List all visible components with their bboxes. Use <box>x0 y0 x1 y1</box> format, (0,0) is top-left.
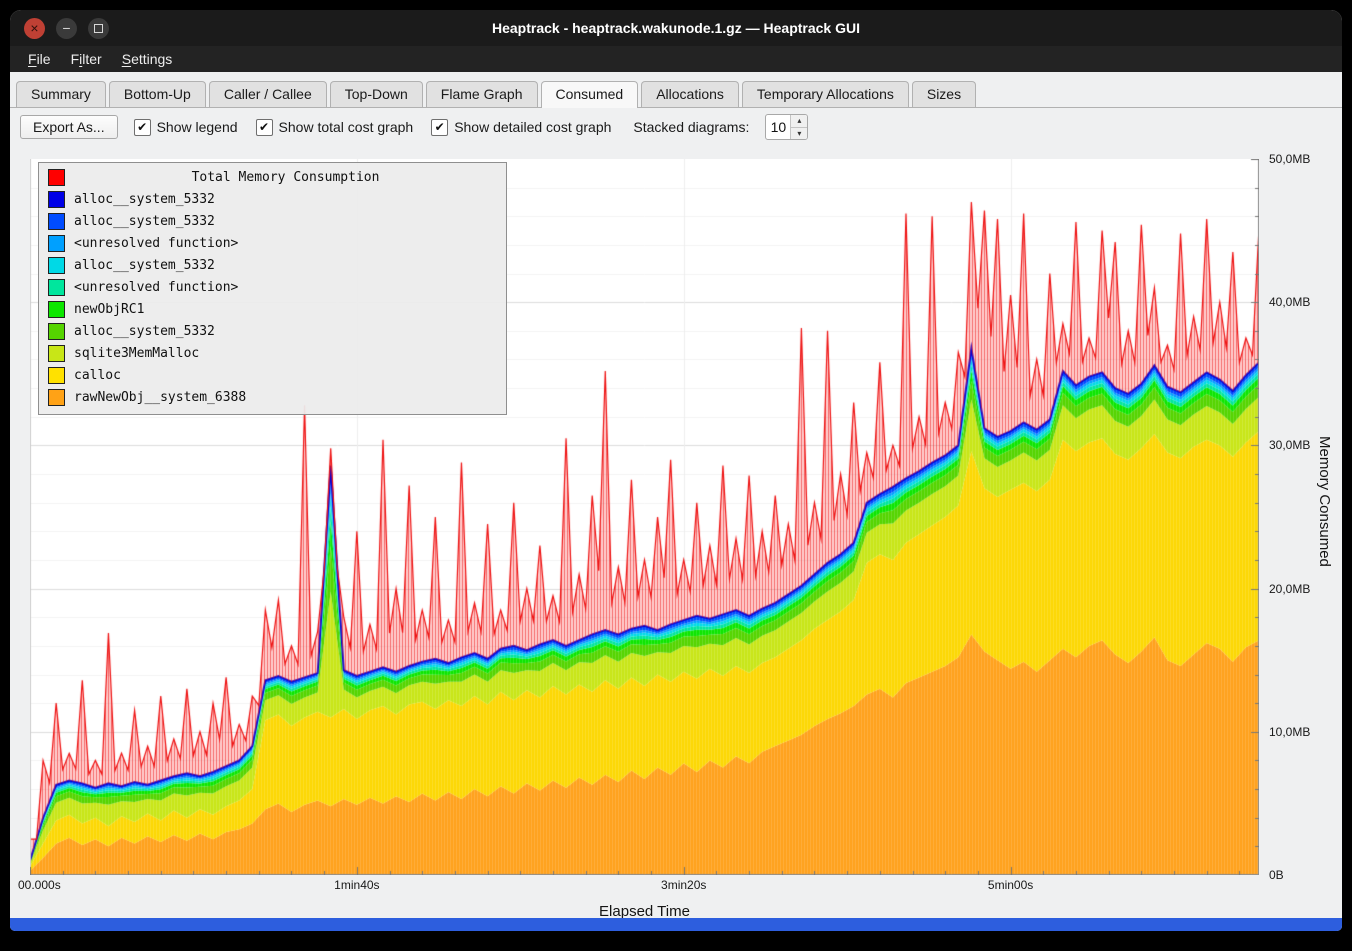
legend-label: rawNewObj__system_6388 <box>74 390 246 405</box>
checkbox-box[interactable]: ✔ <box>134 119 151 136</box>
legend-label: alloc__system_5332 <box>74 258 215 273</box>
close-button[interactable]: × <box>24 18 45 39</box>
tab-caller-callee[interactable]: Caller / Callee <box>209 81 327 107</box>
maximize-button[interactable] <box>88 18 109 39</box>
legend-label: alloc__system_5332 <box>74 214 215 229</box>
tab-allocations[interactable]: Allocations <box>641 81 739 107</box>
legend-swatch <box>48 389 65 406</box>
legend-swatch <box>48 235 65 252</box>
legend-item: alloc__system_5332 <box>39 254 506 276</box>
checkbox-label: Show total cost graph <box>279 119 414 135</box>
tab-bottom-up[interactable]: Bottom-Up <box>109 81 206 107</box>
app-window: × − Heaptrack - heaptrack.wakunode.1.gz … <box>10 10 1342 931</box>
checkbox-label: Show detailed cost graph <box>454 119 611 135</box>
spin-down-button[interactable]: ▾ <box>791 128 807 140</box>
legend-swatch <box>48 213 65 230</box>
stacked-diagrams-label: Stacked diagrams: <box>633 119 749 135</box>
legend-swatch <box>48 257 65 274</box>
maximize-icon <box>94 24 103 33</box>
window-title: Heaptrack - heaptrack.wakunode.1.gz — He… <box>10 20 1342 36</box>
checkbox-label: Show legend <box>157 119 238 135</box>
legend-item: newObjRC1 <box>39 298 506 320</box>
legend-item: rawNewObj__system_6388 <box>39 386 506 408</box>
y-tick-label: 50,0MB <box>1269 152 1310 166</box>
window-buttons: × − <box>24 18 109 39</box>
legend-title: Total Memory Consumption <box>74 170 497 185</box>
x-axis-ticks: 00.000s1min40s3min20s5min00s <box>30 878 1259 896</box>
x-tick-label: 5min00s <box>988 878 1033 892</box>
tab-summary[interactable]: Summary <box>16 81 106 107</box>
checkbox-show-legend[interactable]: ✔ Show legend <box>134 119 238 136</box>
tab-top-down[interactable]: Top-Down <box>330 81 423 107</box>
legend-item: sqlite3MemMalloc <box>39 342 506 364</box>
tab-sizes[interactable]: Sizes <box>912 81 976 107</box>
legend-items: alloc__system_5332 alloc__system_5332 <unr… <box>39 188 506 408</box>
minimize-icon: − <box>62 21 70 35</box>
legend-label: sqlite3MemMalloc <box>74 346 199 361</box>
tab-flame-graph[interactable]: Flame Graph <box>426 81 538 107</box>
bottom-bar[interactable] <box>10 918 1342 931</box>
minimize-button[interactable]: − <box>56 18 77 39</box>
x-tick-label: 3min20s <box>661 878 706 892</box>
legend-item: <unresolved function> <box>39 232 506 254</box>
legend-swatch <box>48 279 65 296</box>
menu-item-settings[interactable]: Settings <box>112 48 183 70</box>
checkbox-show-total-cost-graph[interactable]: ✔ Show total cost graph <box>256 119 414 136</box>
toolbar-checkboxes: ✔ Show legend ✔ Show total cost graph ✔ Show … <box>134 119 612 136</box>
export-as-button[interactable]: Export As... <box>20 115 118 139</box>
legend-item: calloc <box>39 364 506 386</box>
y-tick-label: 0B <box>1269 868 1284 882</box>
legend-swatch <box>48 191 65 208</box>
y-axis-title: Memory Consumed <box>1316 436 1333 567</box>
legend-item: <unresolved function> <box>39 276 506 298</box>
checkbox-show-detailed-cost-graph[interactable]: ✔ Show detailed cost graph <box>431 119 611 136</box>
tab-temporary-allocations[interactable]: Temporary Allocations <box>742 81 909 107</box>
y-tick-label: 30,0MB <box>1269 438 1310 452</box>
legend-title-swatch <box>48 169 65 186</box>
legend-swatch <box>48 345 65 362</box>
chart-area: Total Memory Consumption alloc__system_5… <box>10 146 1342 929</box>
toolbar: Export As... ✔ Show legend ✔ Show total cos… <box>10 108 1342 146</box>
menu-item-filter[interactable]: Filter <box>61 48 112 70</box>
checkbox-box[interactable]: ✔ <box>256 119 273 136</box>
spin-up-button[interactable]: ▴ <box>791 115 807 128</box>
stacked-diagrams-spinbox[interactable]: 10 ▴ ▾ <box>765 114 808 140</box>
titlebar[interactable]: × − Heaptrack - heaptrack.wakunode.1.gz … <box>10 10 1342 46</box>
close-icon: × <box>30 21 38 35</box>
legend-label: newObjRC1 <box>74 302 144 317</box>
y-tick-label: 10,0MB <box>1269 725 1310 739</box>
legend-swatch <box>48 301 65 318</box>
legend-swatch <box>48 323 65 340</box>
stacked-diagrams-value[interactable]: 10 <box>766 115 790 139</box>
legend-label: alloc__system_5332 <box>74 324 215 339</box>
legend-item: alloc__system_5332 <box>39 188 506 210</box>
legend-label: <unresolved function> <box>74 236 238 251</box>
checkbox-box[interactable]: ✔ <box>431 119 448 136</box>
legend-label: calloc <box>74 368 121 383</box>
x-tick-label: 1min40s <box>334 878 379 892</box>
spin-buttons: ▴ ▾ <box>790 115 807 139</box>
y-tick-label: 20,0MB <box>1269 582 1310 596</box>
legend-item: alloc__system_5332 <box>39 210 506 232</box>
x-tick-label: 00.000s <box>18 878 61 892</box>
legend-swatch <box>48 367 65 384</box>
tabbar: SummaryBottom-UpCaller / CalleeTop-DownF… <box>10 78 1342 108</box>
legend-label: <unresolved function> <box>74 280 238 295</box>
legend-title-row: Total Memory Consumption <box>39 166 506 188</box>
legend-item: alloc__system_5332 <box>39 320 506 342</box>
menu-item-file[interactable]: File <box>18 48 61 70</box>
tab-consumed[interactable]: Consumed <box>541 81 639 108</box>
menubar: FileFilterSettings <box>10 46 1342 72</box>
y-tick-label: 40,0MB <box>1269 295 1310 309</box>
legend-label: alloc__system_5332 <box>74 192 215 207</box>
chart-legend: Total Memory Consumption alloc__system_5… <box>38 162 507 415</box>
